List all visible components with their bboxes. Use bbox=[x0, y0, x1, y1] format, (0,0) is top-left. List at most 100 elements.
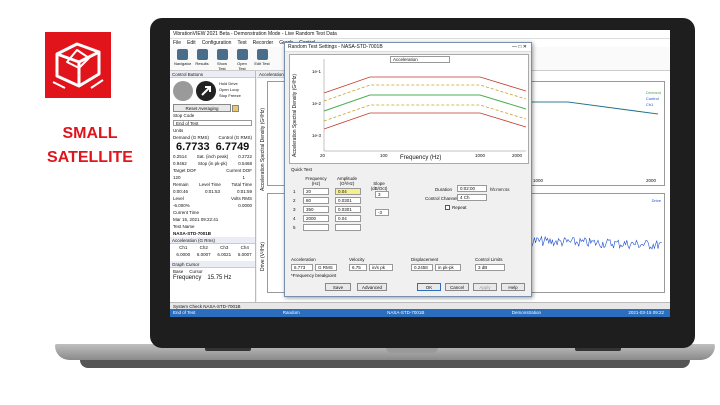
status-mode: Demonstration bbox=[511, 310, 542, 315]
status-left: End of Test bbox=[173, 310, 196, 315]
ok-button[interactable]: OK bbox=[417, 283, 441, 291]
minimize-icon[interactable]: — bbox=[512, 44, 517, 50]
displacement-value[interactable]: 0.2458 bbox=[411, 264, 433, 271]
navigator-label: Navigator bbox=[174, 61, 192, 66]
disp-label: Stop (in pk-pk) bbox=[197, 161, 228, 167]
accel-header: Acceleration (G Rms) bbox=[170, 237, 255, 245]
navigator-icon bbox=[176, 49, 188, 60]
current-time-value: Mar 15, 2021 09:22:41 bbox=[173, 217, 219, 223]
level-time-label: Level Time bbox=[199, 182, 221, 188]
results-button[interactable]: Results bbox=[194, 49, 210, 66]
x-tick-2000: 2000 bbox=[645, 178, 656, 183]
advanced-button[interactable]: Advanced bbox=[357, 283, 387, 291]
stop-button[interactable] bbox=[173, 81, 193, 101]
help-button[interactable]: Help bbox=[501, 283, 525, 291]
velocity-label: Sat. (inch peak) bbox=[196, 154, 229, 160]
menu-configuration[interactable]: Configuration bbox=[202, 39, 232, 47]
frequency-input[interactable]: 350 bbox=[303, 206, 329, 213]
acceleration-value[interactable]: 6.773 bbox=[291, 264, 313, 271]
save-button[interactable]: Save bbox=[325, 283, 351, 291]
profile-plot-svg bbox=[323, 59, 527, 152]
stop-freeze-toggle[interactable]: Stop Freeze bbox=[219, 93, 241, 99]
brand-text: SMALL SATELLITE bbox=[20, 122, 160, 170]
units-label: Units bbox=[173, 128, 184, 134]
app-title: VibrationVIEW 2021 Beta - Demonstration … bbox=[173, 31, 337, 37]
current-dof-label: Current DOF bbox=[226, 168, 252, 174]
reset-averaging-button[interactable]: Reset Averaging bbox=[173, 104, 231, 112]
tab-quick-test[interactable]: Quick Test bbox=[291, 167, 312, 172]
frequency-label: Frequency bbox=[173, 275, 202, 282]
ch3-value: 6.0021 bbox=[217, 252, 232, 258]
base-toggle[interactable]: Base bbox=[173, 268, 183, 275]
breakpoint-note: *Frequency breakpoint bbox=[291, 273, 337, 278]
displacement-unit[interactable]: in pk-pk bbox=[435, 264, 461, 271]
navigator-button[interactable]: Navigator bbox=[174, 49, 192, 66]
dialog-window-controls: — □ ✕ bbox=[512, 43, 527, 51]
velocity-value-dialog[interactable]: 6.75 bbox=[349, 264, 367, 271]
amplitude-input[interactable] bbox=[335, 224, 361, 231]
cancel-button[interactable]: Cancel bbox=[445, 283, 469, 291]
laptop-screen: VibrationVIEW 2021 Beta - Demonstration … bbox=[170, 30, 670, 317]
stop-code-value: End of Test bbox=[173, 120, 252, 127]
graph-cursor-header: Graph Cursor bbox=[170, 261, 255, 269]
open-test-icon bbox=[236, 49, 248, 60]
control-limits-label: Control Limits bbox=[475, 257, 503, 262]
amplitude-input[interactable]: 0.0301 bbox=[335, 197, 361, 204]
frequency-value: 15.75 Hz bbox=[207, 275, 232, 282]
row-number: 5 bbox=[293, 225, 296, 230]
status-test: NASA-STD-7001B bbox=[387, 310, 425, 315]
maximize-icon[interactable]: □ bbox=[518, 44, 521, 50]
reset-checkbox[interactable] bbox=[232, 105, 240, 113]
amplitude-input[interactable]: 0.04 bbox=[335, 215, 361, 222]
open-test-button[interactable]: Open Test bbox=[234, 49, 250, 71]
results-label: Results bbox=[195, 61, 209, 66]
frequency-input[interactable]: 80 bbox=[303, 197, 329, 204]
status-mid: Random bbox=[282, 310, 300, 315]
amplitude-input[interactable]: 0.0301 bbox=[335, 206, 361, 213]
menu-test[interactable]: Test bbox=[237, 39, 246, 47]
control-limits-select[interactable]: 3 dB bbox=[475, 264, 505, 271]
velocity-unit-dialog[interactable]: in/s pk bbox=[369, 264, 393, 271]
apply-button[interactable]: Apply bbox=[473, 283, 497, 291]
volts-value: 0.0000 bbox=[238, 203, 252, 209]
x-tick-20: 20 bbox=[320, 153, 326, 158]
run-button[interactable] bbox=[196, 81, 216, 101]
slope-input[interactable]: -3 bbox=[375, 209, 389, 216]
acceleration-label: Acceleration bbox=[291, 257, 316, 262]
ch1-label: Ch1 bbox=[179, 245, 188, 251]
displacement-label: Displacement bbox=[411, 257, 439, 262]
cursor-toggle[interactable]: Cursor bbox=[189, 268, 203, 275]
control-buttons-header: Control Buttons bbox=[170, 71, 255, 78]
edit-test-button[interactable]: Edit Test bbox=[254, 49, 270, 66]
x-tick-1000: 1000 bbox=[533, 178, 544, 183]
frequency-input[interactable]: 20 bbox=[303, 188, 329, 195]
acceleration-unit[interactable]: G RMS bbox=[315, 264, 337, 271]
disp-control: 0.5468 bbox=[238, 161, 252, 167]
menu-edit[interactable]: Edit bbox=[187, 39, 196, 47]
close-icon[interactable]: ✕ bbox=[523, 44, 527, 50]
menu-file[interactable]: File bbox=[173, 39, 181, 47]
control-channel-label: Control Channel bbox=[425, 196, 458, 201]
velocity-control: 0.2722 bbox=[238, 154, 252, 160]
ch3-label: Ch3 bbox=[220, 245, 229, 251]
control-channel-select[interactable]: 4 Ch bbox=[457, 194, 487, 201]
duration-input[interactable]: 0:02:00 bbox=[457, 185, 487, 192]
alarm-high-line bbox=[323, 84, 527, 102]
system-check-bar: System Check NASA-STD-7001B bbox=[170, 302, 670, 309]
show-test-button[interactable]: Show Test bbox=[214, 49, 230, 71]
amplitude-input[interactable]: 0.04 bbox=[335, 188, 361, 195]
level-value: -6.000% bbox=[173, 203, 190, 209]
legend-drive: Drive bbox=[651, 198, 661, 203]
col-slope: Slope (dB/Oct) bbox=[370, 181, 388, 191]
col-frequency: Frequency (Hz) bbox=[305, 176, 327, 186]
volts-label: Volts RMS bbox=[230, 196, 252, 202]
edit-test-label: Edit Test bbox=[254, 61, 270, 66]
frequency-input[interactable] bbox=[303, 224, 329, 231]
slope-input[interactable]: 3 bbox=[375, 191, 389, 198]
row-number: 1 bbox=[293, 189, 296, 194]
menu-recorder[interactable]: Recorder bbox=[253, 39, 274, 47]
repeat-checkbox[interactable] bbox=[445, 205, 450, 210]
frequency-input[interactable]: 2000 bbox=[303, 215, 329, 222]
current-time-label: Current Time bbox=[173, 210, 200, 216]
profile-dropdown[interactable]: Acceleration bbox=[390, 56, 450, 63]
